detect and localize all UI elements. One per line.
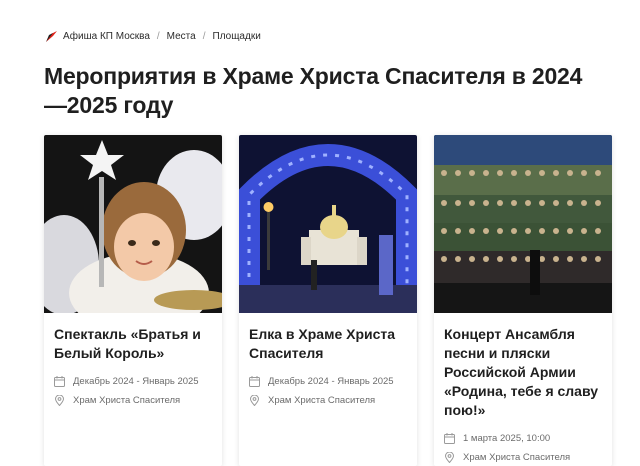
event-venue-text[interactable]: Храм Христа Спасителя [268,395,375,406]
event-image[interactable] [239,135,417,313]
breadcrumb-item-places[interactable]: Места [167,31,196,42]
event-title[interactable]: Елка в Храме Христа Спасителя [249,325,407,363]
location-pin-icon [249,395,260,406]
location-pin-icon [444,452,455,463]
event-title[interactable]: Спектакль «Братья и Белый Король» [54,325,212,363]
event-card[interactable]: Спектакль «Братья и Белый Король» Декабр… [44,135,222,466]
page-title: Мероприятия в Храме Христа Спасителя в 2… [44,63,583,118]
event-venue-text[interactable]: Храм Христа Спасителя [73,395,180,406]
breadcrumb-separator: / [202,31,206,42]
calendar-icon [54,376,65,387]
event-date-text: 1 марта 2025, 10:00 [463,433,551,444]
event-date-text: Декабрь 2024 - Январь 2025 [73,376,199,387]
breadcrumb-item-afisha[interactable]: Афиша КП Москва [63,31,150,42]
breadcrumb-item-venues[interactable]: Площадки [213,31,261,42]
event-title[interactable]: Концерт Ансамбля песни и пляски Российск… [444,325,602,420]
event-date: Декабрь 2024 - Январь 2025 [249,376,407,387]
event-date: Декабрь 2024 - Январь 2025 [54,376,212,387]
kp-logo-icon[interactable] [45,30,58,43]
event-venue: Храм Христа Спасителя [54,395,212,406]
event-image[interactable] [44,135,222,313]
event-card[interactable]: Елка в Храме Христа Спасителя Декабрь 20… [239,135,417,466]
breadcrumb-separator: / [156,31,160,42]
event-date-text: Декабрь 2024 - Январь 2025 [268,376,394,387]
event-image[interactable] [434,135,612,313]
event-venue: Храм Христа Спасителя [444,452,602,463]
event-card[interactable]: Концерт Ансамбля песни и пляски Российск… [434,135,612,466]
location-pin-icon [54,395,65,406]
calendar-icon [249,376,260,387]
event-date: 1 марта 2025, 10:00 [444,433,602,444]
breadcrumb: Афиша КП Москва / Места / Площадки [45,30,261,43]
event-venue: Храм Христа Спасителя [249,395,407,406]
calendar-icon [444,433,455,444]
event-venue-text[interactable]: Храм Христа Спасителя [463,452,570,463]
